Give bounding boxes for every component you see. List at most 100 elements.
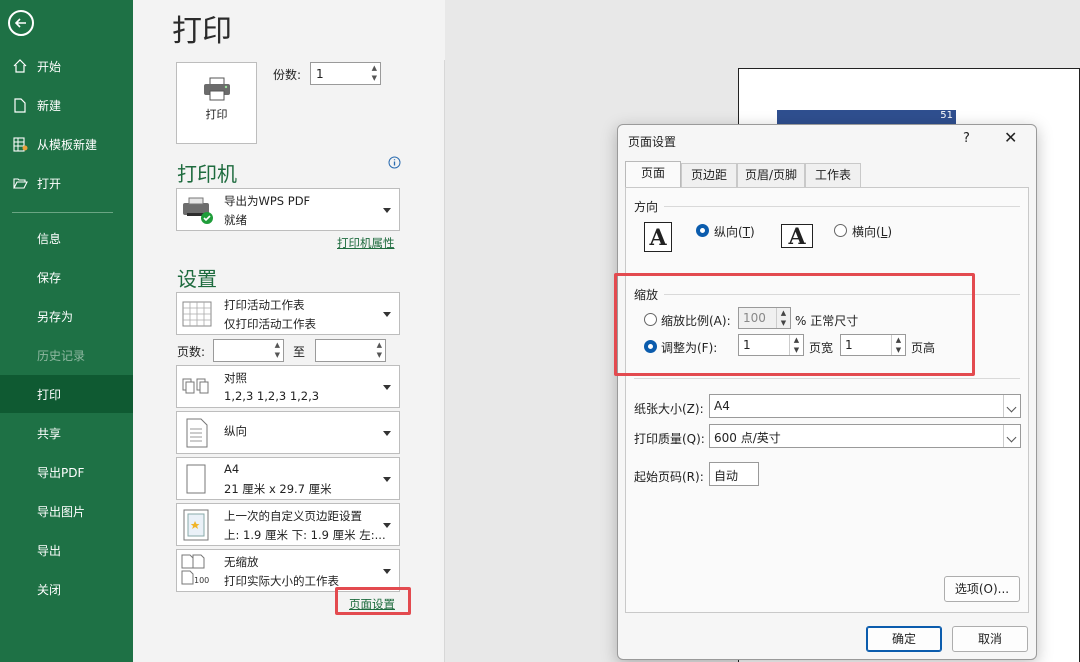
sidebar-item-label: 共享 <box>37 426 62 441</box>
sidebar-item-export-pdf[interactable]: 导出PDF <box>0 453 133 491</box>
first-page-number-input[interactable]: 自动 <box>709 462 759 486</box>
close-icon[interactable]: ✕ <box>1004 128 1017 147</box>
tab-margins[interactable]: 页边距 <box>681 163 737 188</box>
sidebar-item-save-as[interactable]: 另存为 <box>0 297 133 335</box>
sidebar-item-export[interactable]: 导出 <box>0 531 133 569</box>
setting-line1: 上一次的自定义页边距设置 <box>224 509 362 523</box>
pages-to-input[interactable]: ▲ ▼ <box>315 339 386 362</box>
collate-icon <box>182 378 209 394</box>
tab-sheet[interactable]: 工作表 <box>805 163 861 188</box>
preview-cell: 51 <box>777 110 956 124</box>
printer-status: 就绪 <box>224 213 247 227</box>
chevron-down-icon <box>383 312 391 317</box>
cancel-button[interactable]: 取消 <box>952 626 1028 652</box>
sidebar-item-share[interactable]: 共享 <box>0 414 133 452</box>
paper-size-select[interactable]: A4 <box>709 394 1021 418</box>
margins-dropdown[interactable]: 上一次的自定义页边距设置 上: 1.9 厘米 下: 1.9 厘米 左:... <box>176 503 400 546</box>
orientation-dropdown[interactable]: 纵向 <box>176 411 400 454</box>
svg-text:100: 100 <box>194 576 209 585</box>
help-icon[interactable]: ? <box>963 131 970 146</box>
setting-line2: 1,2,3 1,2,3 1,2,3 <box>224 389 320 403</box>
chevron-down-icon <box>383 208 391 213</box>
arrow-left-icon <box>14 18 26 28</box>
scaling-section-highlight <box>614 273 975 376</box>
setting-line1: 无缩放 <box>224 555 259 569</box>
sidebar-divider <box>12 212 113 213</box>
spin-down-icon[interactable]: ▼ <box>372 75 377 82</box>
chevron-down-icon <box>383 385 391 390</box>
printer-dropdown[interactable]: 导出为WPS PDF 就绪 <box>176 188 400 231</box>
portrait-access-key: T <box>742 225 751 239</box>
copies-label: 份数: <box>273 68 302 82</box>
scaling-dropdown[interactable]: 100 无缩放 打印实际大小的工作表 <box>176 549 400 592</box>
sidebar-item-label: 关闭 <box>37 582 62 597</box>
folder-open-icon <box>12 177 28 189</box>
collation-dropdown[interactable]: 对照 1,2,3 1,2,3 1,2,3 <box>176 365 400 408</box>
printer-name: 导出为WPS PDF <box>224 194 311 208</box>
options-button[interactable]: 选项(O)... <box>944 576 1020 602</box>
sidebar-item-label: 从模板新建 <box>37 137 98 152</box>
print-quality-label: 打印质量(Q): <box>634 432 705 446</box>
no-scaling-icon: 100 <box>181 554 209 585</box>
sidebar-item-label: 打印 <box>37 387 62 402</box>
sidebar-item-new[interactable]: 新建 <box>0 86 133 124</box>
sidebar-item-label: 导出 <box>37 543 62 558</box>
chevron-down-icon[interactable] <box>1003 395 1020 417</box>
pages-from-input[interactable]: ▲ ▼ <box>213 339 284 362</box>
paper-size-label: 纸张大小(Z): <box>634 402 704 416</box>
portrait-radio[interactable] <box>696 224 709 237</box>
setting-line2: 上: 1.9 厘米 下: 1.9 厘米 左:... <box>224 528 386 542</box>
chevron-down-icon <box>383 569 391 574</box>
print-quality-value: 600 点/英寸 <box>714 431 781 445</box>
chevron-down-icon[interactable] <box>1003 425 1020 447</box>
landscape-orientation-icon: A <box>781 224 813 249</box>
paper-size-dropdown[interactable]: A4 21 厘米 x 29.7 厘米 <box>176 457 400 500</box>
page-title: 打印 <box>172 14 232 49</box>
panel-divider <box>444 60 445 662</box>
dialog-title: 页面设置 <box>628 135 677 149</box>
landscape-radio[interactable] <box>834 224 847 237</box>
first-page-number-value: 自动 <box>714 469 739 483</box>
paper-size-icon <box>186 464 206 494</box>
settings-section-title: 设置 <box>177 267 217 291</box>
sidebar-item-save[interactable]: 保存 <box>0 258 133 296</box>
spin-down-icon[interactable]: ▼ <box>275 352 280 359</box>
spin-up-icon[interactable]: ▲ <box>275 342 280 349</box>
tab-page[interactable]: 页面 <box>625 161 681 188</box>
tab-page-body: 方向 A 纵向(T) A 横向(L) 缩放 缩放比例(A): 100 ▲ ▼ % … <box>625 187 1029 613</box>
back-button[interactable] <box>8 10 34 36</box>
sidebar-item-label: 信息 <box>37 231 62 246</box>
page-setup-dialog: 页面设置 ? ✕ 页面 页边距 页眉/页脚 工作表 方向 A 纵向(T) A 横… <box>617 124 1037 660</box>
info-icon[interactable] <box>388 156 401 169</box>
ok-button[interactable]: 确定 <box>866 626 942 652</box>
landscape-label: 横向(L) <box>852 225 893 239</box>
copies-input[interactable]: 1 ▲ ▼ <box>310 62 381 85</box>
setting-line2: 仅打印活动工作表 <box>224 317 316 331</box>
printer-properties-link[interactable]: 打印机属性 <box>337 235 395 251</box>
tab-header-footer[interactable]: 页眉/页脚 <box>737 163 805 188</box>
spin-down-icon[interactable]: ▼ <box>377 352 382 359</box>
first-page-label: 起始页码(R): <box>634 470 704 484</box>
sidebar-item-home[interactable]: 开始 <box>0 47 133 85</box>
orientation-group-label: 方向 <box>634 200 659 214</box>
print-quality-select[interactable]: 600 点/英寸 <box>709 424 1021 448</box>
sidebar-item-close[interactable]: 关闭 <box>0 570 133 608</box>
sidebar-item-label: 打开 <box>37 176 62 191</box>
new-file-icon <box>12 97 28 113</box>
group-divider <box>664 206 1020 207</box>
sidebar-item-export-image[interactable]: 导出图片 <box>0 492 133 530</box>
sidebar-item-label: 保存 <box>37 270 62 285</box>
sidebar-item-label: 新建 <box>37 98 62 113</box>
print-button[interactable]: 打印 <box>176 62 257 144</box>
spin-up-icon[interactable]: ▲ <box>377 342 382 349</box>
printer-ready-icon <box>183 197 213 224</box>
spin-up-icon[interactable]: ▲ <box>372 65 377 72</box>
print-range-dropdown[interactable]: 打印活动工作表 仅打印活动工作表 <box>176 292 400 335</box>
section-divider <box>634 378 1020 379</box>
sidebar-item-open[interactable]: 打开 <box>0 164 133 202</box>
sidebar-item-new-from-template[interactable]: 从模板新建 <box>0 125 133 163</box>
sidebar-item-label: 导出图片 <box>37 504 86 519</box>
home-icon <box>12 59 28 73</box>
sidebar-item-print[interactable]: 打印 <box>0 375 133 413</box>
sidebar-item-info[interactable]: 信息 <box>0 219 133 257</box>
